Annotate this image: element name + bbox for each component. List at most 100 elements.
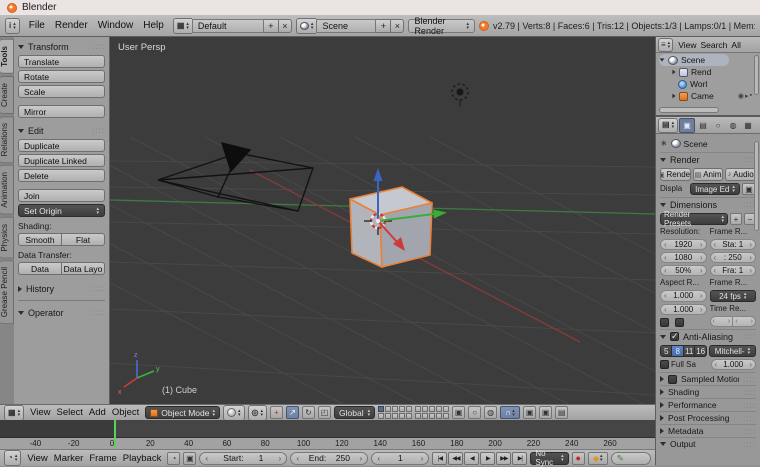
menu-select[interactable]: Select bbox=[54, 407, 86, 418]
duplicate-button[interactable]: Duplicate bbox=[18, 139, 105, 152]
outliner-item-renderlayers[interactable]: Rend bbox=[659, 66, 760, 78]
layer-cell[interactable] bbox=[415, 406, 422, 412]
menu-frame[interactable]: Frame bbox=[86, 453, 119, 464]
shelf-tab-tools[interactable]: Tools bbox=[0, 39, 14, 74]
mirror-button[interactable]: Mirror bbox=[18, 105, 105, 118]
rotate-button[interactable]: Rotate bbox=[18, 70, 105, 83]
frame-end-field[interactable]: : 250 bbox=[709, 252, 756, 263]
current-frame-field[interactable]: ‹ 1 › bbox=[371, 451, 430, 465]
tab-modifiers[interactable]: ◎ bbox=[756, 119, 760, 132]
snap-toggle-button[interactable]: ∩ bbox=[500, 406, 521, 419]
viewport-canvas[interactable]: z y x User Persp (1) Cube bbox=[110, 37, 655, 404]
panel-header-post-processing[interactable]: Post Processing bbox=[660, 411, 756, 424]
render-button[interactable]: ▣ Render bbox=[660, 168, 691, 181]
tab-scene[interactable]: ○ bbox=[711, 119, 725, 132]
resolution-y-field[interactable]: 1080 bbox=[660, 252, 707, 263]
join-button[interactable]: Join bbox=[18, 189, 105, 202]
current-frame-marker[interactable] bbox=[113, 420, 116, 447]
layer-cell[interactable] bbox=[406, 413, 413, 419]
opengl-render-anim-button[interactable]: ▤ bbox=[555, 406, 569, 419]
menu-help[interactable]: Help bbox=[138, 20, 169, 31]
border-checkbox[interactable] bbox=[660, 318, 669, 327]
resolution-x-field[interactable]: 1920 bbox=[660, 239, 707, 250]
frame-rate-dropdown[interactable]: 24 fps bbox=[709, 290, 756, 302]
flat-button[interactable]: Flat bbox=[61, 233, 105, 246]
layer-cell[interactable] bbox=[422, 406, 429, 412]
jump-to-end-button[interactable]: ▶| bbox=[512, 451, 528, 465]
pin-icon[interactable]: ∗ bbox=[660, 138, 668, 149]
lamp-object[interactable] bbox=[451, 83, 469, 107]
menu-render[interactable]: Render bbox=[50, 20, 93, 31]
lock-range-button[interactable]: ▣ bbox=[183, 451, 197, 465]
crop-checkbox[interactable] bbox=[675, 318, 684, 327]
data-layout-button[interactable]: Data Layo bbox=[61, 262, 105, 275]
start-frame-field[interactable]: ‹ Start: 1 › bbox=[199, 451, 288, 465]
outliner-vertical-scrollbar[interactable] bbox=[754, 55, 759, 95]
opengl-render-image-button[interactable]: ▣ bbox=[539, 406, 553, 419]
aspect-y-field[interactable]: 1.000 bbox=[660, 303, 707, 315]
jump-to-next-keyframe-button[interactable]: ▶▶ bbox=[496, 451, 512, 465]
panel-header-transform[interactable]: Transform bbox=[18, 40, 105, 53]
tab-world[interactable]: ◍ bbox=[726, 119, 740, 132]
layer-cell[interactable] bbox=[385, 413, 392, 419]
preview-range-button[interactable]: ◔ bbox=[167, 451, 181, 465]
render-presets-dropdown[interactable]: Render Presets bbox=[660, 210, 728, 228]
panel-header-antialiasing[interactable]: Anti-Aliasing bbox=[660, 329, 756, 343]
scale-manipulator-button[interactable]: ◰ bbox=[318, 406, 332, 419]
layer-cell[interactable] bbox=[406, 406, 413, 412]
render-restrict-icon[interactable]: ▪ bbox=[750, 92, 752, 100]
add-layout-button[interactable]: + bbox=[263, 18, 278, 33]
shelf-tab-relations[interactable]: Relations bbox=[0, 115, 14, 164]
full-sample-checkbox[interactable] bbox=[660, 360, 669, 369]
layer-cell[interactable] bbox=[399, 406, 406, 412]
outliner-item-scene[interactable]: Scene bbox=[659, 54, 729, 66]
layer-cell[interactable] bbox=[443, 413, 450, 419]
jump-to-prev-keyframe-button[interactable]: ◀◀ bbox=[448, 451, 464, 465]
auto-keyframe-button[interactable]: ● bbox=[571, 451, 585, 465]
data-button[interactable]: Data bbox=[18, 262, 61, 275]
timeline-track-area[interactable] bbox=[0, 420, 655, 437]
timeline-editor-type-selector[interactable]: ◔ bbox=[4, 450, 22, 466]
properties-vertical-scrollbar[interactable] bbox=[754, 141, 759, 231]
layer-cell[interactable] bbox=[443, 406, 450, 412]
selectable-icon[interactable]: ▸ bbox=[745, 92, 749, 100]
panel-header-metadata[interactable]: Metadata bbox=[660, 424, 756, 437]
aa-filter-dropdown[interactable]: Mitchell- bbox=[708, 345, 756, 357]
eye-icon[interactable]: ◉ bbox=[738, 92, 744, 100]
sampled-motion-bl-checkbox[interactable] bbox=[668, 374, 677, 384]
layer-cell[interactable] bbox=[392, 413, 399, 419]
panel-header-edit[interactable]: Edit bbox=[18, 124, 105, 137]
layer-cell[interactable] bbox=[392, 406, 399, 412]
rotate-manipulator-button[interactable]: ↻ bbox=[302, 406, 316, 419]
properties-editor-type-selector[interactable]: ▤ bbox=[658, 117, 679, 133]
tab-render[interactable]: ▣ bbox=[679, 117, 696, 133]
translate-manipulator-button[interactable]: ↗ bbox=[286, 406, 300, 419]
transform-orientation-selector[interactable]: Global bbox=[334, 406, 376, 419]
panel-header-performance[interactable]: Performance bbox=[660, 398, 756, 411]
viewport-shading-selector[interactable] bbox=[223, 404, 245, 421]
time-remap-new-field[interactable]: ‹ › bbox=[732, 316, 756, 327]
lock-to-scene-button[interactable]: ▣ bbox=[452, 406, 466, 419]
frame-step-field[interactable]: Fra: 1 bbox=[709, 265, 756, 276]
render-engine-selector[interactable]: Blender Render bbox=[408, 16, 475, 36]
menu-view[interactable]: View bbox=[27, 407, 53, 418]
delete-button[interactable]: Delete bbox=[18, 169, 105, 182]
aa-samples-5-button[interactable]: 5 bbox=[660, 345, 673, 357]
play-reverse-button[interactable]: ◀ bbox=[464, 451, 480, 465]
mode-selector[interactable]: Object Mode bbox=[145, 406, 220, 419]
timeline-ruler[interactable]: -40 -20 0 20 40 60 80 100 120 140 160 180 200 220 240 2… bbox=[0, 437, 655, 450]
scene-browse-button[interactable] bbox=[295, 17, 317, 34]
panel-header-output[interactable]: Output bbox=[660, 437, 756, 450]
layer-cell[interactable] bbox=[436, 413, 443, 419]
panel-header-operator[interactable]: Operator bbox=[18, 306, 105, 319]
render-audio-button[interactable]: ♪ Audio bbox=[725, 168, 757, 181]
tab-render-layers[interactable]: ▤ bbox=[696, 119, 710, 132]
panel-header-shading[interactable]: Shading bbox=[660, 385, 756, 398]
layer-cell[interactable] bbox=[429, 413, 436, 419]
menu-view[interactable]: View bbox=[24, 453, 50, 464]
add-scene-button[interactable]: + bbox=[376, 18, 391, 33]
menu-all[interactable]: All bbox=[729, 40, 742, 50]
panel-header-render[interactable]: Render bbox=[660, 152, 756, 166]
layer-cell[interactable] bbox=[436, 406, 443, 412]
menu-file[interactable]: File bbox=[24, 20, 50, 31]
